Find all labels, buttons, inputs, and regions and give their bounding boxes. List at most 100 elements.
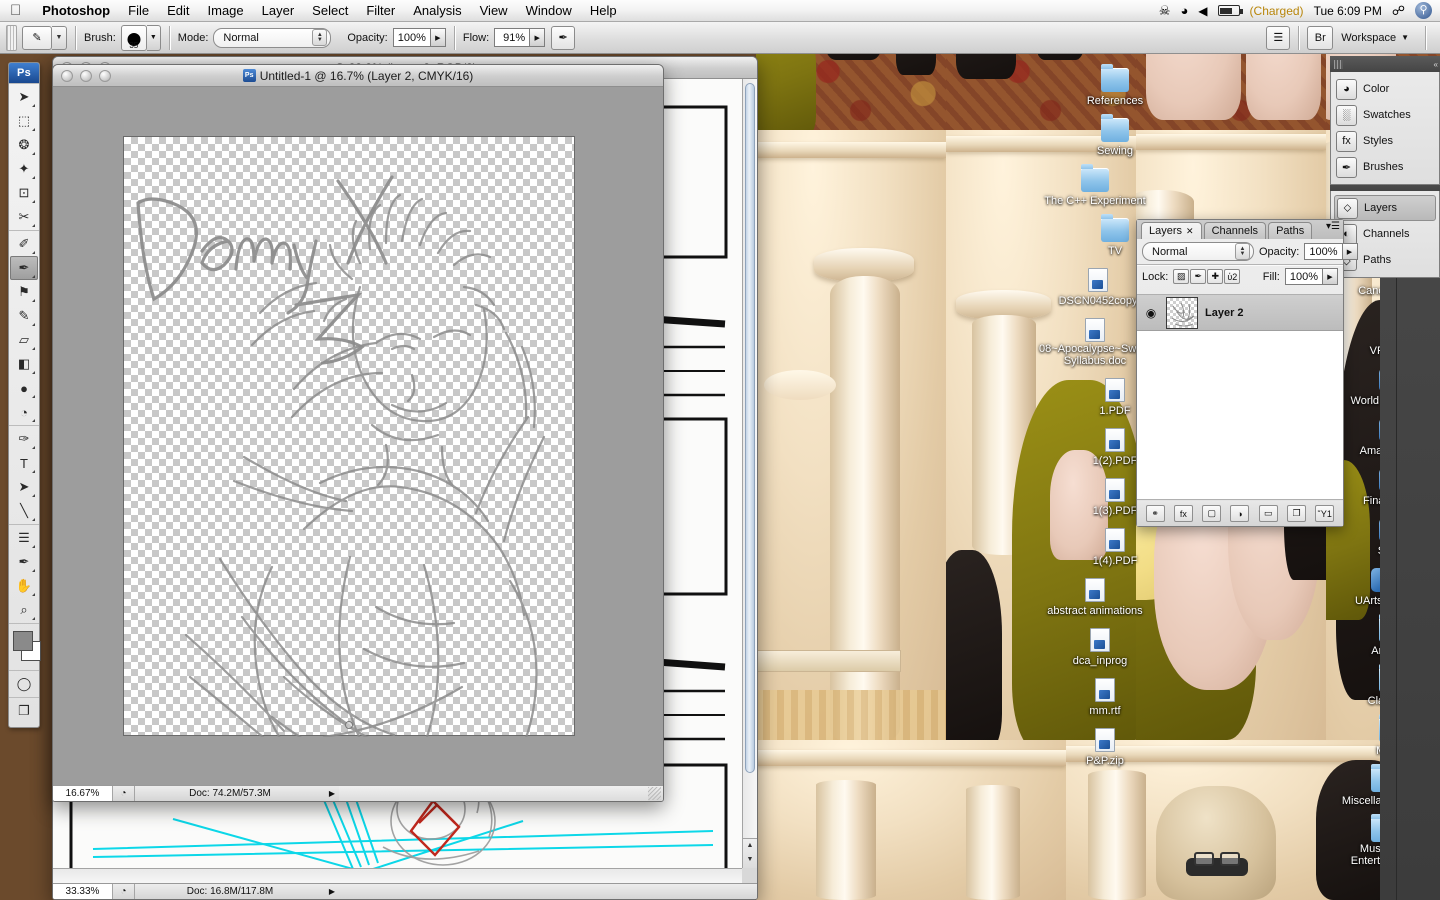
menu-item-photoshop[interactable]: Photoshop — [33, 0, 119, 22]
tab-layers[interactable]: Layers ✕ — [1141, 222, 1202, 239]
status-menu-arrow-front[interactable]: ▶ — [325, 789, 339, 798]
desktop-icon[interactable]: P&P.zip — [1045, 728, 1165, 767]
volume-icon[interactable]: ◀ — [1198, 4, 1207, 18]
menu-item-file[interactable]: File — [119, 0, 158, 22]
dodge-tool[interactable]: ◔ — [10, 400, 38, 424]
opacity-control[interactable]: 100% ▶ — [392, 28, 446, 47]
move-tool[interactable]: ➤ — [10, 85, 38, 109]
tab-paths[interactable]: Paths — [1268, 222, 1313, 239]
search-icon[interactable]: ⚲ — [1415, 2, 1432, 19]
layer-blend-mode-select[interactable]: Normal ▲ ▼ — [1142, 242, 1254, 261]
layers-panel-toolbar[interactable]: ⚭ fx ▢ ◑ ▭ ❐ Ὕ1 — [1137, 501, 1343, 526]
options-bar-grip[interactable] — [6, 24, 17, 51]
layer-opacity-slider[interactable]: ▶ — [1342, 243, 1358, 260]
ghost-icon[interactable]: ☠ — [1159, 3, 1171, 19]
panel-group-two[interactable]: ⬦ Layers ◐ Channels ◇ Paths — [1330, 191, 1440, 278]
bridge-icon[interactable]: Br — [1307, 25, 1334, 50]
brush-tool[interactable]: ✒ — [10, 256, 38, 280]
delete-layer-icon[interactable]: Ὕ1 — [1315, 505, 1335, 522]
status-menu-arrow-back[interactable]: ▶ — [325, 887, 339, 896]
marquee-tool[interactable]: ⬚ — [10, 109, 38, 133]
panel-menu-icon[interactable]: ▾☰ — [1326, 222, 1340, 232]
opacity-slider-toggle[interactable]: ▶ — [430, 28, 446, 47]
close-icon[interactable]: ✕ — [1186, 226, 1194, 237]
new-group-icon[interactable]: ▭ — [1258, 505, 1278, 522]
resize-grip[interactable] — [648, 787, 661, 800]
desktop-icon[interactable]: References — [1055, 64, 1175, 107]
zoom-level-back[interactable]: 33.33% — [53, 884, 113, 899]
toolbox[interactable]: Ps ➤ ⬚ ❂ ✦ ⊡ ✂ ✐ ✒ ⚑ ✎ ▱ ◧ ● ◔ ✑ T ➤ ╲ ☰ ✒ ✋ ⌕ ◯ ❐ — [8, 62, 41, 728]
dock-grip-icon[interactable] — [1334, 59, 1343, 69]
menu-item-edit[interactable]: Edit — [158, 0, 198, 22]
desktop-icon[interactable]: The C++ Experiment — [1035, 164, 1155, 207]
flow-slider-toggle[interactable]: ▶ — [530, 28, 546, 47]
menu-item-select[interactable]: Select — [303, 0, 357, 22]
fill-control[interactable]: 100% ▶ — [1284, 268, 1338, 285]
lock-position-icon[interactable]: ✚ — [1207, 269, 1224, 284]
link-layers-icon[interactable]: ⚭ — [1145, 505, 1165, 522]
layer-name[interactable]: Layer 2 — [1205, 307, 1244, 319]
opacity-input[interactable]: 100% — [392, 28, 431, 47]
menu-item-window[interactable]: Window — [517, 0, 581, 22]
fill-input[interactable]: 100% — [1284, 268, 1323, 285]
title-bar[interactable]: Ps Untitled-1 @ 16.7% (Layer 2, CMYK/16) — [53, 65, 663, 87]
current-tool-picker[interactable]: ✎ ▼ — [22, 25, 67, 50]
menu-item-filter[interactable]: Filter — [357, 0, 404, 22]
slice-tool[interactable]: ✂ — [10, 205, 38, 229]
table-row[interactable]: ◉ Layer 2 — [1137, 295, 1343, 331]
scroll-thumb[interactable] — [745, 83, 755, 773]
quick-mask-icon[interactable]: ◯ — [10, 672, 38, 696]
dock-header[interactable]: « — [1330, 56, 1440, 72]
desktop-icon[interactable]: 1(4).PDF — [1055, 528, 1175, 567]
blend-mode-select[interactable]: Normal ▲ ▼ — [213, 27, 332, 48]
panel-group-one[interactable]: ◕ Color ░ Swatches fx Styles ✒ Brushes — [1330, 72, 1440, 185]
bluetooth-icon[interactable]: ☍ — [1392, 3, 1405, 19]
chevron-down-icon[interactable]: ▼ — [146, 24, 161, 51]
brush-preset-picker[interactable]: 35 ▼ — [120, 24, 161, 51]
menu-item-help[interactable]: Help — [581, 0, 626, 22]
apple-menu-icon[interactable]:  — [10, 3, 21, 18]
layer-list[interactable]: ◉ Layer 2 — [1137, 294, 1343, 500]
layer-thumbnail[interactable] — [1166, 296, 1198, 329]
crop-tool[interactable]: ⊡ — [10, 181, 38, 205]
stepper-icon[interactable]: ▲ ▼ — [312, 29, 328, 46]
dock-item-layers[interactable]: ⬦ Layers — [1334, 195, 1436, 221]
wifi-icon[interactable]: ◕ — [1180, 3, 1188, 18]
menu-item-image[interactable]: Image — [199, 0, 253, 22]
lock-buttons[interactable]: ▨ ✒ ✚ ὑ2 — [1173, 269, 1241, 284]
eye-icon[interactable]: ◉ — [1143, 306, 1159, 320]
menu-item-analysis[interactable]: Analysis — [404, 0, 470, 22]
vertical-scrollbar-back[interactable]: ▲ ▼ — [742, 79, 757, 868]
lock-image-pixels-icon[interactable]: ✒ — [1190, 269, 1207, 284]
layers-panel[interactable]: Layers ✕ Channels Paths ▾☰ Normal ▲ ▼ Opacity… — [1136, 219, 1358, 527]
dock-item-color[interactable]: ◕ Color — [1334, 76, 1436, 102]
clone-stamp-tool[interactable]: ⚑ — [10, 280, 38, 304]
zoom-level-front[interactable]: 16.67% — [53, 786, 113, 801]
healing-brush-tool[interactable]: ✐ — [10, 232, 38, 256]
line-tool[interactable]: ╲ — [10, 499, 38, 523]
tab-channels[interactable]: Channels — [1203, 222, 1267, 239]
screen-mode-icon[interactable]: ❐ — [10, 699, 38, 723]
palette-well-icon[interactable]: ☰ — [1266, 25, 1291, 50]
chevron-down-icon[interactable]: ▼ — [52, 25, 67, 50]
path-selection-tool[interactable]: ➤ — [10, 475, 38, 499]
layer-opacity-control[interactable]: 100% ▶ — [1304, 243, 1358, 260]
lock-all-icon[interactable]: ὑ2 — [1224, 269, 1241, 284]
menu-item-view[interactable]: View — [471, 0, 517, 22]
battery-icon[interactable] — [1217, 5, 1243, 16]
doc-sizes-icon[interactable]: ◔ — [113, 786, 135, 801]
foreground-color-swatch[interactable] — [13, 631, 33, 651]
type-tool[interactable]: T — [10, 451, 38, 475]
desktop-icon[interactable]: abstract animations — [1035, 578, 1155, 617]
hand-tool[interactable]: ✋ — [10, 574, 38, 598]
adjustment-layer-icon[interactable]: ◑ — [1230, 505, 1250, 522]
scroll-arrows[interactable]: ▲ ▼ — [743, 838, 757, 868]
desktop-icon[interactable]: mm.rtf — [1045, 678, 1165, 717]
airbrush-icon[interactable]: ✒ — [551, 25, 576, 50]
desktop-icon[interactable]: dca_inprog — [1040, 628, 1160, 667]
fill-slider[interactable]: ▶ — [1323, 268, 1338, 285]
collapse-icon[interactable]: « — [1434, 60, 1439, 69]
dock-item-swatches[interactable]: ░ Swatches — [1334, 102, 1436, 128]
color-swatches[interactable] — [9, 629, 41, 669]
canvas-transparent-artboard[interactable] — [123, 136, 575, 785]
